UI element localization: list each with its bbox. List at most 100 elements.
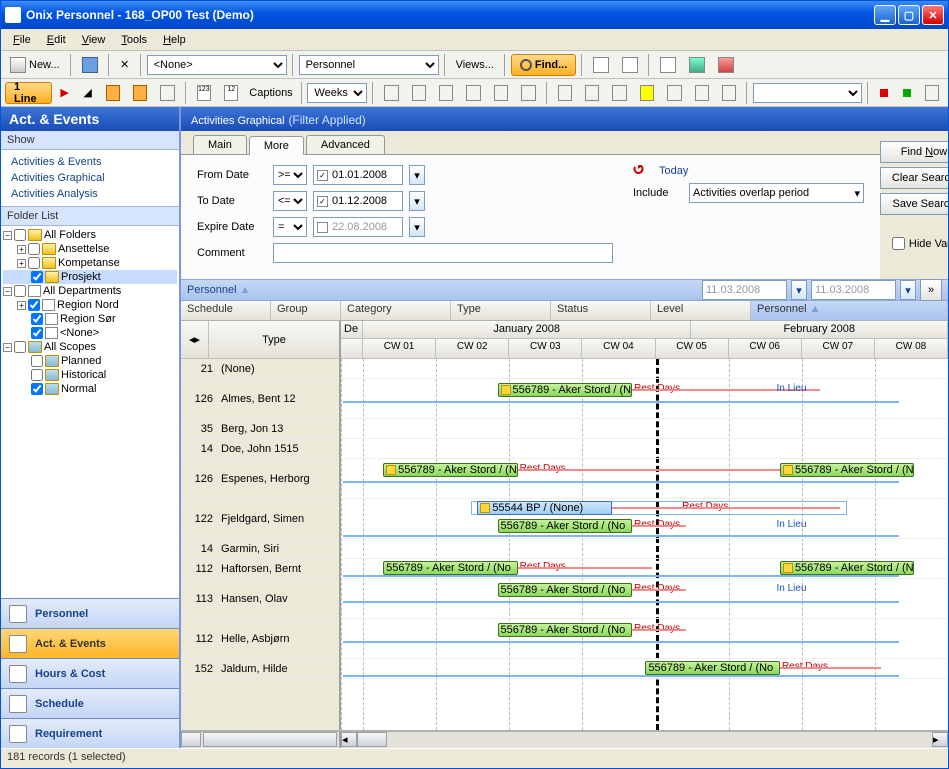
comment-input[interactable] (273, 243, 613, 263)
gy-2-icon[interactable] (580, 82, 604, 104)
project-combo[interactable]: <None> (147, 55, 287, 75)
col-level[interactable]: Level (651, 301, 751, 320)
flag2-icon[interactable]: ◢ (78, 82, 98, 104)
tb-icon-1[interactable] (655, 54, 681, 76)
col-group[interactable]: Group (271, 301, 341, 320)
grid-row[interactable]: 112Helle, Asbjørn (181, 619, 339, 659)
one-line-button[interactable]: 1 Line (5, 82, 52, 104)
view-list-icon[interactable] (588, 54, 614, 76)
from-date-drop[interactable]: ▾ (409, 165, 425, 185)
col-type[interactable]: Type (451, 301, 551, 320)
new-button[interactable]: New... (5, 54, 65, 76)
col-personnel[interactable]: Personnel ▲ (751, 301, 948, 320)
empty-combo[interactable] (753, 83, 862, 103)
grid-row[interactable]: 126Espenes, Herborg (181, 459, 339, 499)
tree-all-departments[interactable]: −All Departments (3, 284, 177, 298)
gantt-bar[interactable]: 556789 - Aker Stord / (No (498, 583, 633, 597)
gy-1-icon[interactable] (553, 82, 577, 104)
view-detail-icon[interactable] (617, 54, 643, 76)
gantt-bar[interactable]: 556789 - Aker Stord / (No (383, 463, 518, 477)
period-combo[interactable]: Weeks (307, 83, 367, 103)
red-dot-icon[interactable] (874, 82, 894, 104)
tab-advanced[interactable]: Advanced (306, 135, 385, 154)
tree-none-dep[interactable]: <None> (3, 326, 177, 340)
grid-row[interactable]: 21(None) (181, 359, 339, 379)
align-left-icon[interactable] (101, 82, 125, 104)
gy-3-icon[interactable] (607, 82, 631, 104)
gantt-bar[interactable]: 55544 BP / (None) (477, 501, 612, 515)
expire-op[interactable]: = (273, 217, 307, 237)
col-category[interactable]: Category (341, 301, 451, 320)
find-now-button[interactable]: Find Now (880, 141, 948, 163)
gy-4-icon[interactable] (635, 82, 659, 104)
tree-region-nord[interactable]: +Region Nord (3, 298, 177, 312)
tb-icon-2[interactable] (684, 54, 710, 76)
clear-search-button[interactable]: Clear Search (880, 167, 948, 189)
flag-icon[interactable]: ▶ (55, 82, 75, 104)
nav-hours-cost[interactable]: Hours & Cost (1, 658, 179, 688)
green-dot-icon[interactable] (897, 82, 917, 104)
expire-date-input[interactable]: 22.08.2008 (313, 217, 403, 237)
gx-2-icon[interactable] (407, 82, 431, 104)
tab-main[interactable]: Main (193, 135, 247, 154)
menu-tools[interactable]: Tools (115, 32, 153, 48)
grid-row[interactable]: 14Doe, John 1515 (181, 439, 339, 459)
gantt-bar[interactable]: 556789 - Aker Stord / (No (498, 519, 633, 533)
gantt-bar[interactable]: 556789 - Aker Stord / (No (645, 661, 780, 675)
to-op[interactable]: <= (273, 191, 307, 211)
module-combo[interactable]: Personnel (299, 55, 439, 75)
to-date-drop[interactable]: ▾ (409, 191, 425, 211)
tree-region-sor[interactable]: Region Sør (3, 312, 177, 326)
grid-row[interactable]: 14Garmin, Siri (181, 539, 339, 559)
nav-requirement[interactable]: Requirement (1, 718, 179, 748)
nav-personnel[interactable]: Personnel (1, 598, 179, 628)
to-date-input[interactable]: ✓01.12.2008 (313, 191, 403, 211)
sidebar-link-activities-events[interactable]: Activities & Events (1, 154, 179, 170)
menu-edit[interactable]: Edit (41, 32, 72, 48)
grid-row[interactable]: 35Berg, Jon 13 (181, 419, 339, 439)
menu-view[interactable]: View (76, 32, 112, 48)
grid-row[interactable]: 112Haftorsen, Bernt (181, 559, 339, 579)
date-range-to[interactable]: 11.03.2008 (811, 280, 896, 300)
date-range-from[interactable]: 11.03.2008 (702, 280, 787, 300)
tree-ansettelse[interactable]: +Ansettelse (3, 242, 177, 256)
gx-4-icon[interactable] (461, 82, 485, 104)
col-schedule[interactable]: Schedule (181, 301, 271, 320)
expand-columns-button[interactable]: ◂▸ (181, 321, 209, 359)
gx-1-icon[interactable] (379, 82, 403, 104)
grid-row[interactable]: 113Hansen, Olav (181, 579, 339, 619)
grid-row[interactable]: 126Almes, Bent 12 (181, 379, 339, 419)
gy-7-icon[interactable] (717, 82, 741, 104)
gx-6-icon[interactable] (516, 82, 540, 104)
horizontal-scrollbar[interactable]: ◂▸ (181, 731, 948, 748)
gx-5-icon[interactable] (489, 82, 513, 104)
nav-act-events[interactable]: Act. & Events (1, 628, 179, 658)
sidebar-link-activities-analysis[interactable]: Activities Analysis (1, 186, 179, 202)
views-button[interactable]: Views... (451, 54, 499, 76)
more-button[interactable]: » (920, 279, 942, 301)
tb-icon-3[interactable] (713, 54, 739, 76)
gy-5-icon[interactable] (662, 82, 686, 104)
col-status[interactable]: Status (551, 301, 651, 320)
tree-kompetanse[interactable]: +Kompetanse (3, 256, 177, 270)
menu-file[interactable]: File (7, 32, 37, 48)
today-link[interactable]: Today (653, 165, 688, 177)
gantt-bar[interactable]: 556789 - Aker Stord / (No (498, 383, 633, 397)
delete-button[interactable]: ✕ (115, 54, 135, 76)
gantt-chart[interactable]: 556789 - Aker Stord / (NoRest DaysIn Lie… (341, 359, 948, 730)
find-button[interactable]: Find... (511, 54, 576, 76)
gantt-bar[interactable]: 556789 - Aker Stord / (No (780, 561, 915, 575)
gantt-bar[interactable]: 556789 - Aker Stord / (No (498, 623, 633, 637)
cap2-icon[interactable]: 12 (219, 82, 243, 104)
gy-6-icon[interactable] (690, 82, 714, 104)
cap1-icon[interactable]: 123 (192, 82, 216, 104)
tab-more[interactable]: More (249, 136, 304, 155)
gx-3-icon[interactable] (434, 82, 458, 104)
hide-vacant-check[interactable]: Hide Vacant (892, 237, 948, 250)
grid-row[interactable]: 122Fjeldgard, Simen (181, 499, 339, 539)
today-icon[interactable] (633, 165, 647, 177)
tree-historical[interactable]: Historical (3, 368, 177, 382)
close-button[interactable]: ✕ (922, 5, 944, 25)
menu-help[interactable]: Help (157, 32, 192, 48)
tree-normal[interactable]: Normal (3, 382, 177, 396)
